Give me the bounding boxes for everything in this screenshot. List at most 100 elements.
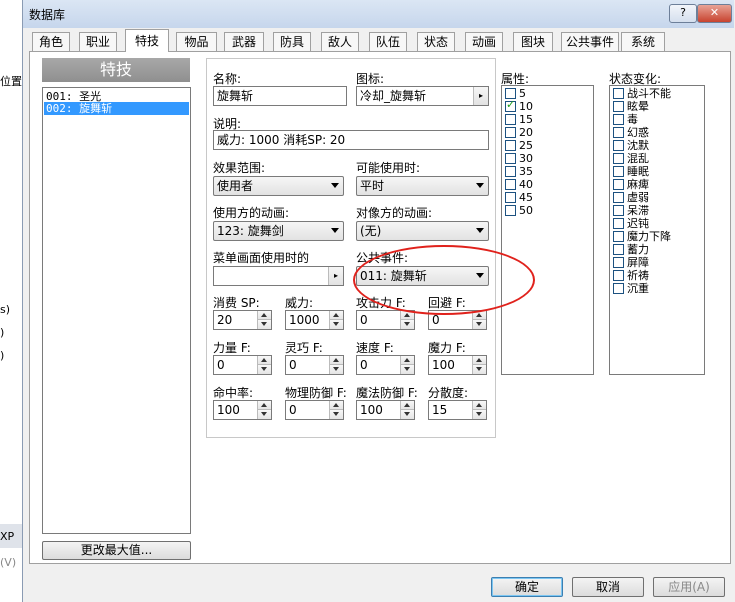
tab-actor[interactable]: 角色 <box>32 32 70 51</box>
tab-enemy[interactable]: 敌人 <box>321 32 359 51</box>
tab-state[interactable]: 状态 <box>417 32 455 51</box>
tab-skill[interactable]: 特技 <box>125 29 169 52</box>
list-item[interactable]: 002: 旋舞斩 <box>44 102 189 115</box>
user-animation-select[interactable]: 123: 旋舞剑 <box>213 221 344 241</box>
checkbox[interactable] <box>613 127 624 138</box>
spin-down-icon[interactable] <box>257 320 271 329</box>
checkbox[interactable] <box>505 179 516 190</box>
checkbox[interactable] <box>505 127 516 138</box>
spin-up-icon[interactable] <box>329 311 343 320</box>
spin-up-icon[interactable] <box>472 401 486 410</box>
atk-f-stepper[interactable]: 0 <box>356 310 415 330</box>
spin-down-icon[interactable] <box>472 410 486 419</box>
spin-down-icon[interactable] <box>400 320 414 329</box>
int-f-stepper[interactable]: 100 <box>428 355 487 375</box>
spin-up-icon[interactable] <box>257 311 271 320</box>
apply-button[interactable]: 应用(A) <box>653 577 725 597</box>
checkbox[interactable] <box>613 244 624 255</box>
tab-animation[interactable]: 动画 <box>465 32 503 51</box>
checkbox[interactable] <box>613 153 624 164</box>
state-label: 眩晕 <box>627 100 649 113</box>
spin-down-icon[interactable] <box>400 365 414 374</box>
picker-arrow-icon[interactable]: ▸ <box>328 267 343 285</box>
tab-item[interactable]: 物品 <box>176 32 217 51</box>
pdef-f-stepper[interactable]: 0 <box>285 400 344 420</box>
icon-label: 图标: <box>356 72 385 86</box>
power-stepper[interactable]: 1000 <box>285 310 344 330</box>
checkbox[interactable] <box>613 218 624 229</box>
name-field[interactable]: 旋舞斩 <box>213 86 347 106</box>
spin-down-icon[interactable] <box>400 410 414 419</box>
tab-weapon[interactable]: 武器 <box>224 32 264 51</box>
ok-button[interactable]: 确定 <box>491 577 563 597</box>
str-f-stepper[interactable]: 0 <box>213 355 272 375</box>
checkbox[interactable] <box>613 140 624 151</box>
spin-down-icon[interactable] <box>329 410 343 419</box>
spin-down-icon[interactable] <box>472 365 486 374</box>
checkbox[interactable] <box>613 101 624 112</box>
spin-up-icon[interactable] <box>472 356 486 365</box>
checkbox[interactable] <box>613 114 624 125</box>
state-label: 麻痺 <box>627 178 649 191</box>
checkbox[interactable] <box>613 270 624 281</box>
picker-arrow-icon[interactable]: ▸ <box>473 87 488 105</box>
target-animation-select[interactable]: (无) <box>356 221 489 241</box>
close-button[interactable]: ✕ <box>697 4 732 23</box>
spin-up-icon[interactable] <box>400 401 414 410</box>
spin-up-icon[interactable] <box>257 401 271 410</box>
change-max-button[interactable]: 更改最大值... <box>42 541 191 560</box>
description-field[interactable]: 威力: 1000 消耗SP: 20 <box>213 130 489 150</box>
str-f-label: 力量 F: <box>213 341 251 355</box>
spin-down-icon[interactable] <box>329 365 343 374</box>
spin-down-icon[interactable] <box>257 410 271 419</box>
spin-down-icon[interactable] <box>329 320 343 329</box>
checkbox[interactable] <box>613 283 624 294</box>
menu-se-picker[interactable]: ▸ <box>213 266 344 286</box>
user-animation-label: 使用方的动画: <box>213 206 290 220</box>
checkbox[interactable] <box>613 179 624 190</box>
help-button[interactable]: ? <box>669 4 697 23</box>
sp-cost-stepper[interactable]: 20 <box>213 310 272 330</box>
cancel-button[interactable]: 取消 <box>572 577 644 597</box>
checkbox[interactable] <box>505 205 516 216</box>
checkbox[interactable] <box>505 153 516 164</box>
spin-up-icon[interactable] <box>329 401 343 410</box>
tab-troop[interactable]: 队伍 <box>369 32 407 51</box>
checkbox[interactable] <box>505 99 516 112</box>
icon-picker[interactable]: 冷却_旋舞斩 ▸ <box>356 86 489 106</box>
attributes-list[interactable]: 5101520253035404550 <box>501 85 594 375</box>
tab-system[interactable]: 系统 <box>621 32 665 51</box>
mdef-f-stepper[interactable]: 100 <box>356 400 415 420</box>
scope-select[interactable]: 使用者 <box>213 176 344 196</box>
checkbox[interactable] <box>613 166 624 177</box>
checkbox[interactable] <box>505 166 516 177</box>
tab-armor[interactable]: 防具 <box>273 32 311 51</box>
dex-f-stepper[interactable]: 0 <box>285 355 344 375</box>
spin-up-icon[interactable] <box>400 356 414 365</box>
mdef-f-value: 100 <box>360 403 383 417</box>
agi-f-stepper[interactable]: 0 <box>356 355 415 375</box>
bg-text: 位置 <box>0 75 22 88</box>
occasion-select[interactable]: 平时 <box>356 176 489 196</box>
checkbox[interactable] <box>613 205 624 216</box>
hit-rate-stepper[interactable]: 100 <box>213 400 272 420</box>
checkbox[interactable] <box>613 231 624 242</box>
tab-class[interactable]: 职业 <box>79 32 117 51</box>
state-label: 呆滞 <box>627 204 649 217</box>
tab-common-event[interactable]: 公共事件 <box>561 32 619 51</box>
spin-down-icon[interactable] <box>257 365 271 374</box>
states-list[interactable]: 战斗不能 眩晕毒幻惑 沈默 混乱 睡眠 麻痺 虚弱 呆滞 迟钝 魔力下降 蓄力 屏障 祈祷 沉重 <box>609 85 705 375</box>
checkbox[interactable] <box>613 88 624 99</box>
checkbox[interactable] <box>505 192 516 203</box>
variance-stepper[interactable]: 15 <box>428 400 487 420</box>
checkbox[interactable] <box>505 140 516 151</box>
spin-up-icon[interactable] <box>329 356 343 365</box>
checkbox[interactable] <box>613 257 624 268</box>
spin-down-icon[interactable] <box>472 320 486 329</box>
spin-up-icon[interactable] <box>257 356 271 365</box>
checkbox[interactable] <box>505 114 516 125</box>
skill-list[interactable]: 001: 圣光 002: 旋舞斩 <box>42 87 191 534</box>
checkbox[interactable] <box>613 192 624 203</box>
occasion-value: 平时 <box>360 179 385 193</box>
tab-tileset[interactable]: 图块 <box>513 32 553 51</box>
